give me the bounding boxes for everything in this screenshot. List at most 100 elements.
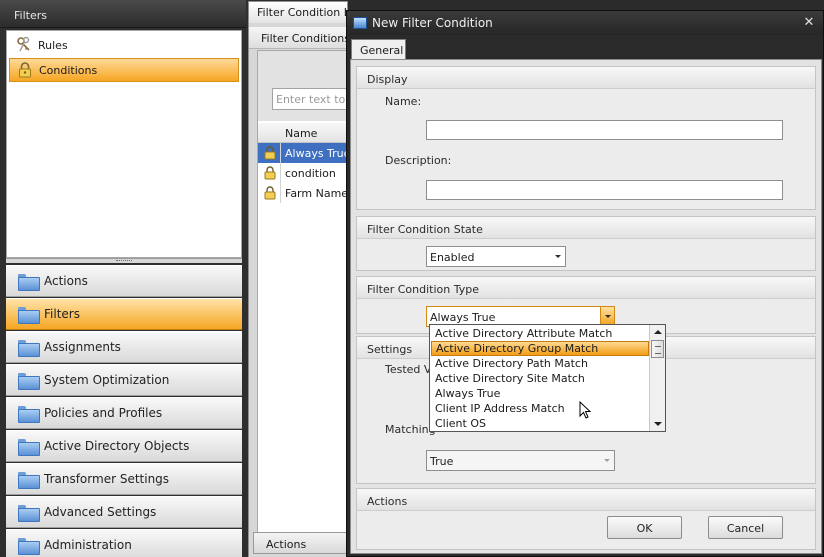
search-area [258, 51, 350, 121]
cancel-button[interactable]: Cancel [708, 516, 783, 539]
scroll-up-icon[interactable] [650, 325, 665, 339]
dropdown-option-highlighted[interactable]: Active Directory Group Match [431, 341, 649, 356]
folder-icon [18, 537, 40, 555]
dropdown-option[interactable]: Active Directory Attribute Match [431, 326, 649, 341]
folder-icon [18, 471, 40, 489]
nav-section-transformer-settings[interactable]: Transformer Settings [6, 463, 242, 495]
nav-section-label: Transformer Settings [44, 472, 170, 486]
cell-divider [280, 163, 281, 183]
lock-icon [264, 166, 276, 180]
nav-section-active-directory-objects[interactable]: Active Directory Objects [6, 430, 242, 462]
nav-section-system-optimization[interactable]: System Optimization [6, 364, 242, 396]
nav-section-filters[interactable]: Filters [6, 298, 242, 330]
nav-item-rules[interactable]: Rules [9, 33, 239, 57]
folder-icon [18, 504, 40, 522]
navigation-header: Filters [0, 0, 246, 28]
row-name: Farm Name [285, 187, 349, 200]
name-field[interactable] [426, 120, 783, 140]
actions-group-header: Actions [357, 489, 815, 511]
state-select-value: Enabled [430, 251, 475, 264]
dropdown-option[interactable]: Client IP Address Match [431, 401, 649, 416]
tab-general[interactable]: General [351, 39, 406, 60]
close-button[interactable]: ✕ [801, 15, 817, 31]
nav-section-label: Administration [44, 538, 132, 552]
type-select-value: Always True [430, 311, 496, 324]
table-row[interactable]: Always True [258, 143, 350, 163]
chevron-down-icon[interactable] [600, 451, 614, 470]
monitor-icon [353, 17, 367, 29]
filters-item-list: Rules Conditions [6, 30, 242, 258]
column-header-name[interactable]: Name [285, 127, 317, 140]
filter-conditions-header: Filter Conditions [249, 27, 349, 49]
filter-condition-list-body: Filter Conditions Name Always True co [248, 23, 350, 557]
nav-section-label: Active Directory Objects [44, 439, 190, 453]
nav-section-label: System Optimization [44, 373, 170, 387]
ok-button[interactable]: OK [607, 516, 682, 539]
row-name: condition [285, 167, 336, 180]
actions-group: Actions OK Cancel [356, 488, 816, 550]
dialog-title: New Filter Condition [372, 16, 493, 30]
tab-filter-condition-list[interactable]: Filter Condition List [248, 1, 348, 23]
nav-section-advanced-settings[interactable]: Advanced Settings [6, 496, 242, 528]
folder-icon [18, 273, 40, 291]
folder-icon [18, 372, 40, 390]
folder-icon [18, 405, 40, 423]
dropdown-scrollbar[interactable] [649, 325, 665, 431]
filter-conditions-grid: Name Always True condition [257, 50, 350, 542]
tested-value-label: Tested V [385, 363, 432, 376]
lock-icon [264, 186, 276, 200]
search-input[interactable] [272, 88, 350, 110]
folder-icon [18, 438, 40, 456]
matching-select[interactable]: True [426, 450, 615, 471]
description-field[interactable] [426, 180, 783, 200]
filter-condition-list-pane: Filter Condition List Filter Conditions … [246, 0, 350, 557]
new-filter-condition-dialog: New Filter Condition ✕ General Display N… [346, 10, 824, 557]
nav-section-label: Policies and Profiles [44, 406, 163, 420]
nav-section-policies-and-profiles[interactable]: Policies and Profiles [6, 397, 242, 429]
state-group-header: Filter Condition State [357, 217, 815, 239]
table-row[interactable]: condition [258, 163, 350, 183]
lock-icon [264, 146, 276, 160]
chevron-down-icon[interactable] [551, 247, 565, 266]
matching-select-value: True [430, 455, 454, 468]
state-select[interactable]: Enabled [426, 246, 566, 267]
nav-section-label: Filters [44, 307, 80, 321]
dropdown-option[interactable]: Active Directory Path Match [431, 356, 649, 371]
description-label: Description: [385, 154, 452, 167]
lock-icon [16, 61, 34, 79]
nav-section-label: Assignments [44, 340, 121, 354]
display-group: Display Name: Description: [356, 66, 816, 210]
dialog-title-bar[interactable]: New Filter Condition [347, 11, 823, 35]
nav-item-label: Rules [38, 38, 68, 52]
dropdown-option[interactable]: Client OS [431, 416, 649, 431]
navigation-pane: Filters Rules Conditions Actions Filters… [0, 0, 246, 557]
filter-condition-state-group: Filter Condition State Enabled [356, 216, 816, 271]
keys-icon [15, 36, 33, 54]
scroll-thumb[interactable] [651, 340, 664, 358]
cell-divider [280, 143, 281, 163]
nav-item-label: Conditions [39, 63, 98, 77]
folder-icon [18, 339, 40, 357]
nav-section-assignments[interactable]: Assignments [6, 331, 242, 363]
type-group-header: Filter Condition Type [357, 277, 815, 299]
name-label: Name: [385, 95, 422, 108]
nav-section-label: Advanced Settings [44, 505, 157, 519]
nav-section-administration[interactable]: Administration [6, 529, 242, 557]
type-dropdown-list: Active Directory Attribute Match Active … [429, 324, 666, 432]
table-row[interactable]: Farm Name [258, 183, 350, 203]
row-name: Always True [285, 147, 351, 160]
folder-icon [18, 306, 40, 324]
nav-section-label: Actions [44, 274, 88, 288]
nav-section-actions[interactable]: Actions [6, 265, 242, 297]
nav-item-conditions[interactable]: Conditions [9, 58, 239, 82]
dropdown-option[interactable]: Always True [431, 386, 649, 401]
dialog-body: Display Name: Description: Filter Condit… [350, 59, 822, 554]
mouse-cursor-icon [579, 401, 592, 419]
matching-label: Matching [385, 423, 436, 436]
dropdown-option[interactable]: Active Directory Site Match [431, 371, 649, 386]
scroll-down-icon[interactable] [650, 417, 665, 431]
actions-bar[interactable]: Actions [253, 532, 349, 554]
pane-splitter[interactable] [6, 258, 242, 263]
cell-divider [280, 183, 281, 203]
display-group-header: Display [357, 67, 815, 89]
